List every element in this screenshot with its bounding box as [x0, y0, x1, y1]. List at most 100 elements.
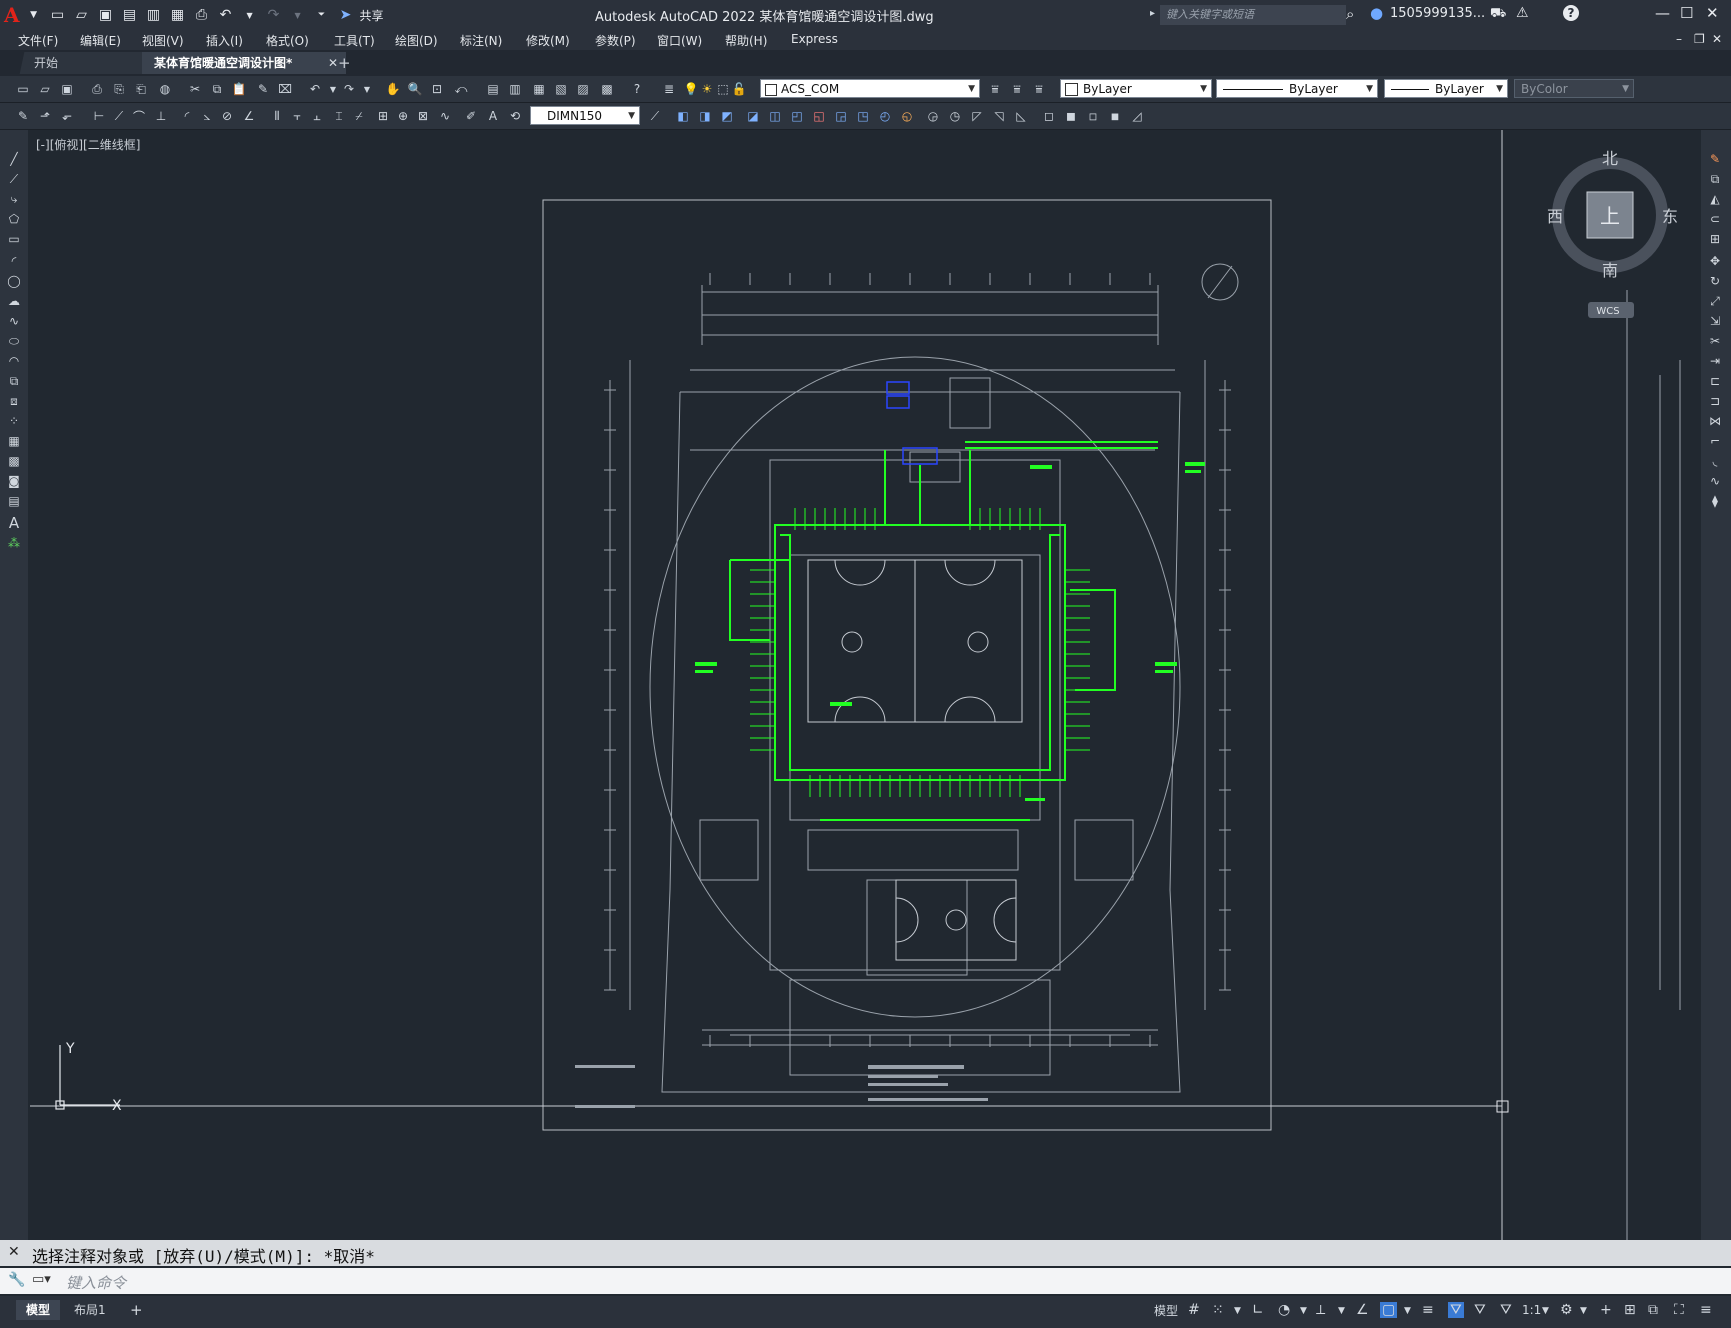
workspace-gear-icon[interactable]: ⚙	[1560, 1302, 1573, 1318]
pan-icon[interactable]: ✋	[384, 80, 402, 98]
menu-parametric[interactable]: 参数(P)	[595, 32, 636, 49]
customize-quick-access-icon[interactable]: ⏷	[312, 4, 332, 26]
annotation-monitor-icon[interactable]: +	[1600, 1302, 1612, 1318]
erase-icon[interactable]: ✎	[1706, 150, 1724, 168]
arc-length-icon[interactable]: ⌒	[130, 107, 148, 125]
doc-restore-icon[interactable]: ❐	[1694, 32, 1705, 46]
external-ref-icon[interactable]: ◼	[1062, 107, 1080, 125]
dim-text-edit-icon[interactable]: A	[484, 107, 502, 125]
sheet-set-icon[interactable]: ▧	[552, 80, 570, 98]
redo-icon[interactable]: ↷	[340, 80, 358, 98]
move-faces-icon[interactable]: ◫	[766, 107, 784, 125]
clean-screen-icon[interactable]: ⛶	[1674, 1302, 1684, 1318]
region-icon[interactable]: ◙	[5, 472, 23, 490]
autocad-logo-icon[interactable]: A	[4, 3, 20, 27]
object-snap-tracking-icon[interactable]: ⟂	[1316, 1302, 1325, 1318]
drawing-canvas[interactable]: [-][俯视][二维线框] Y X 上 北 南 东 西 WCS	[30, 130, 1695, 1240]
color-faces-icon[interactable]: ◵	[898, 107, 916, 125]
dim-update-icon[interactable]: ⟲	[506, 107, 524, 125]
match-properties-icon[interactable]: ✎	[254, 80, 272, 98]
isolate-objects-icon[interactable]: ⧉	[1648, 1302, 1658, 1318]
menu-edit[interactable]: 编辑(E)	[80, 32, 121, 49]
delete-faces-icon[interactable]: ◱	[810, 107, 828, 125]
save-icon[interactable]: ▣	[58, 80, 76, 98]
insert-block-icon[interactable]: ◻	[1040, 107, 1058, 125]
annotate-icon[interactable]: ✎	[14, 107, 32, 125]
angular-dim-icon[interactable]: ∠	[240, 107, 258, 125]
layer-previous-icon[interactable]: ⩸	[1008, 80, 1026, 98]
open-web-icon[interactable]: ▥	[144, 4, 164, 26]
close-icon[interactable]: ✕	[1706, 4, 1719, 22]
viewcube-east[interactable]: 东	[1662, 207, 1678, 226]
menu-insert[interactable]: 插入(I)	[206, 32, 243, 49]
new-tab-button[interactable]: +	[338, 54, 351, 72]
redo-icon[interactable]: ↷	[264, 4, 284, 26]
layer-select[interactable]: ACS_COM ▼	[760, 79, 980, 98]
menu-dimension[interactable]: 标注(N)	[460, 32, 502, 49]
save-as-icon[interactable]: ▤	[120, 4, 140, 26]
layer-properties-icon[interactable]: ≣	[660, 80, 678, 98]
linear-dim-icon[interactable]: ⊢	[90, 107, 108, 125]
rotate-icon[interactable]: ↻	[1706, 272, 1724, 290]
object-snap-icon[interactable]: ▢	[1380, 1302, 1398, 1318]
offset-faces-icon[interactable]: ◰	[788, 107, 806, 125]
menu-express[interactable]: Express	[791, 32, 838, 46]
autodesk-app-icon[interactable]: ⚠	[1516, 5, 1529, 21]
scale-icon[interactable]: ⤢	[1706, 292, 1724, 310]
tolerance-icon[interactable]: ⊞	[374, 107, 392, 125]
doc-close-icon[interactable]: ✕	[1712, 32, 1722, 46]
taper-faces-icon[interactable]: ◳	[854, 107, 872, 125]
model-tab[interactable]: 模型	[16, 1300, 61, 1320]
undo-icon[interactable]: ↶	[216, 4, 236, 26]
break-icon[interactable]: ⊐	[1706, 392, 1724, 410]
viewcube-north[interactable]: 北	[1602, 149, 1618, 168]
copy-icon[interactable]: ⧉	[208, 80, 226, 98]
search-icon[interactable]: ⌕	[1346, 5, 1354, 23]
viewcube-top-label[interactable]: 上	[1600, 204, 1620, 228]
osnap-dropdown-icon[interactable]: ▼	[1404, 1306, 1411, 1316]
paste-icon[interactable]: 📋	[230, 80, 248, 98]
radius-dim-icon[interactable]: ◜	[178, 107, 196, 125]
add-layout-button[interactable]: +	[120, 1300, 153, 1320]
extend-icon[interactable]: ⇥	[1706, 352, 1724, 370]
redo-dropdown-icon[interactable]: ▼	[358, 80, 376, 98]
share-button[interactable]: 共享	[360, 7, 384, 24]
linetype-select[interactable]: ByLayer ▼	[1216, 79, 1378, 98]
array-icon[interactable]: ⊞	[1706, 230, 1724, 248]
menu-window[interactable]: 窗口(W)	[657, 32, 702, 49]
open-file-icon[interactable]: ▱	[72, 4, 92, 26]
maximize-icon[interactable]: ☐	[1680, 4, 1693, 22]
design-center-icon[interactable]: ▥	[506, 80, 524, 98]
inspect-icon[interactable]: ⊠	[414, 107, 432, 125]
extrude-faces-icon[interactable]: ◪	[744, 107, 762, 125]
stretch-icon[interactable]: ⇲	[1706, 312, 1724, 330]
plotstyle-select[interactable]: ByColor ▼	[1514, 79, 1634, 98]
lineweight-select[interactable]: ByLayer ▼	[1384, 79, 1508, 98]
menu-view[interactable]: 视图(V)	[142, 32, 184, 49]
add-selected-icon[interactable]: ⁂	[5, 534, 23, 552]
annotation-scale-icon[interactable]: ⛛	[1500, 1302, 1512, 1318]
rotate-faces-icon[interactable]: ◲	[832, 107, 850, 125]
layer-states-icon[interactable]: ⩸	[1030, 80, 1048, 98]
units-icon[interactable]: ⊞	[1624, 1302, 1636, 1318]
search-expand-icon[interactable]: ▸	[1150, 8, 1155, 19]
continue-dim-icon[interactable]: ⫠	[308, 107, 326, 125]
circle-icon[interactable]: ◯	[5, 272, 23, 290]
make-block-icon[interactable]: ⧈	[5, 392, 23, 410]
undo-icon[interactable]: ↶	[306, 80, 324, 98]
redo-dropdown-icon[interactable]: ▼	[288, 4, 308, 26]
ellipse-arc-icon[interactable]: ◠	[5, 352, 23, 370]
jogged-linear-icon[interactable]: ∿	[436, 107, 454, 125]
scale-dropdown-icon[interactable]: ▼	[1542, 1306, 1549, 1316]
baseline-dim-icon[interactable]: ⫟	[288, 107, 306, 125]
open-icon[interactable]: ▱	[36, 80, 54, 98]
layout1-tab[interactable]: 布局1	[64, 1300, 116, 1320]
doc-minimize-icon[interactable]: –	[1676, 32, 1682, 46]
move-icon[interactable]: ✥	[1706, 252, 1724, 270]
imprint-icon[interactable]: ◶	[924, 107, 942, 125]
app-menu-chevron-icon[interactable]: ▼	[24, 4, 44, 26]
shell-icon[interactable]: ◹	[990, 107, 1008, 125]
revision-cloud-icon[interactable]: ☁	[5, 292, 23, 310]
menu-modify[interactable]: 修改(M)	[526, 32, 570, 49]
cart-icon[interactable]: ⛟	[1490, 6, 1506, 23]
